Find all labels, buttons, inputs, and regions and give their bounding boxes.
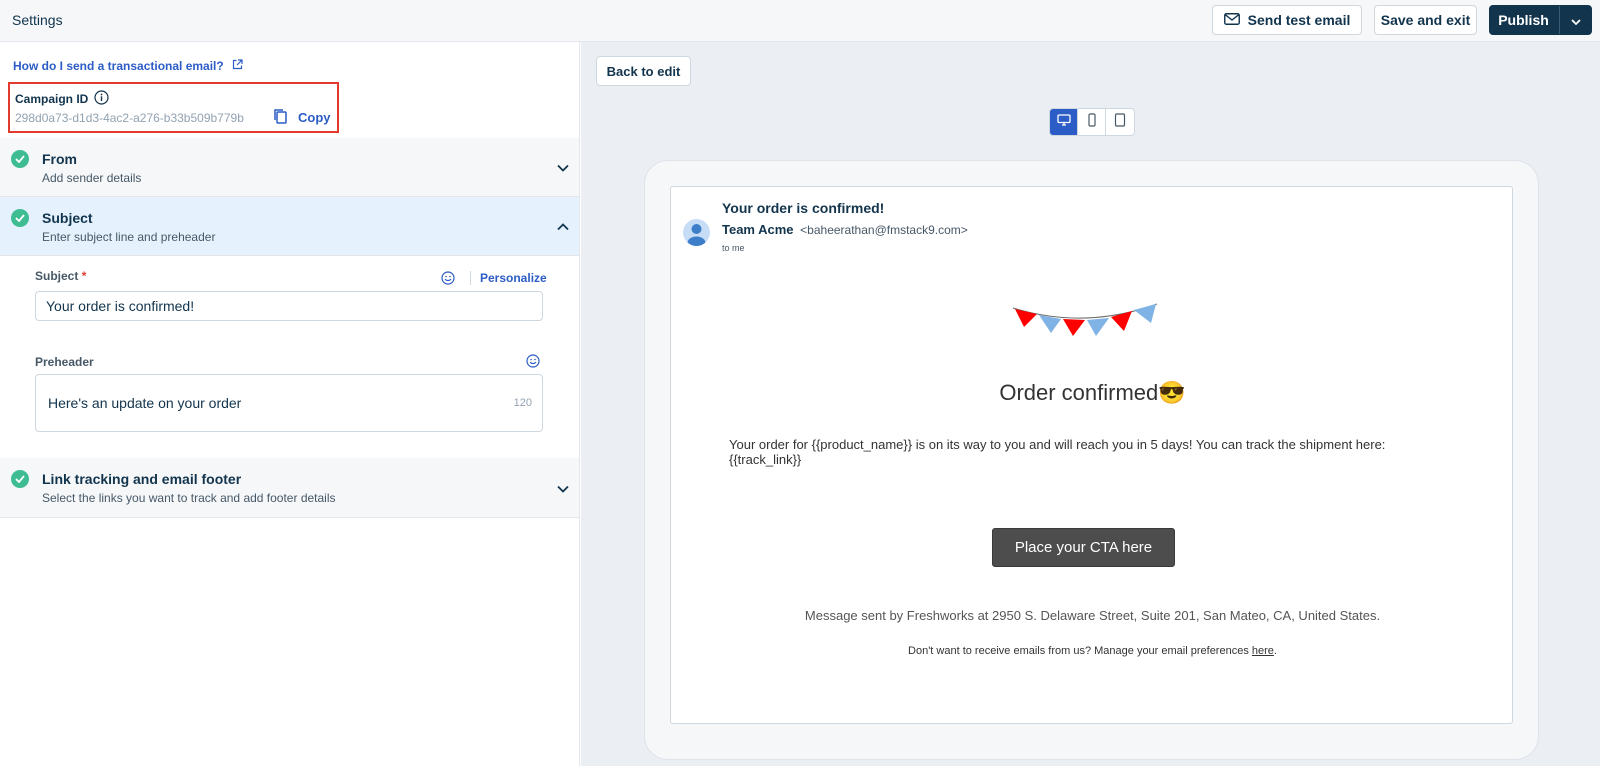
tablet-icon bbox=[1114, 112, 1126, 132]
chevron-down-icon bbox=[1570, 12, 1581, 28]
top-bar: Settings Send test email Save and exit P… bbox=[0, 0, 1600, 42]
section-subtitle: Enter subject line and preheader bbox=[42, 230, 216, 244]
save-and-exit-button[interactable]: Save and exit bbox=[1374, 5, 1477, 35]
copy-label: Copy bbox=[298, 110, 331, 125]
check-circle-icon bbox=[11, 150, 29, 168]
footer-preferences-end: . bbox=[1273, 645, 1277, 657]
email-sender: Team Acme <baheerathan@fmstack9.com> bbox=[722, 222, 968, 237]
send-test-email-label: Send test email bbox=[1247, 12, 1351, 28]
copy-button[interactable]: Copy bbox=[272, 108, 331, 127]
sender-name: Team Acme bbox=[722, 222, 794, 237]
personalize-button[interactable]: Personalize bbox=[470, 271, 547, 285]
footer-address: Message sent by Freshworks at 2950 S. De… bbox=[804, 608, 1381, 623]
campaign-id-box: Campaign ID 298d0a73-d1d3-4ac2-a276-b33b… bbox=[8, 82, 339, 133]
check-circle-icon bbox=[11, 209, 29, 227]
help-link-label: How do I send a transactional email? bbox=[13, 59, 224, 73]
avatar bbox=[683, 219, 710, 246]
info-icon[interactable] bbox=[94, 90, 109, 108]
publish-dropdown-toggle[interactable] bbox=[1559, 6, 1591, 34]
desktop-view-button[interactable] bbox=[1050, 109, 1078, 135]
cta-button[interactable]: Place your CTA here bbox=[992, 528, 1175, 567]
check-circle-icon bbox=[11, 470, 29, 488]
campaign-id-value: 298d0a73-d1d3-4ac2-a276-b33b509b779b bbox=[15, 111, 244, 125]
preheader-label: Preheader bbox=[35, 355, 94, 369]
subject-label: Subject * bbox=[35, 269, 86, 283]
section-subtitle: Select the links you want to track and a… bbox=[42, 491, 336, 505]
preferences-link[interactable]: here bbox=[1252, 645, 1274, 657]
copy-icon bbox=[272, 108, 288, 127]
chevron-up-icon[interactable] bbox=[557, 218, 569, 236]
email-body: Your order for {{product_name}} is on it… bbox=[729, 437, 1386, 467]
section-subject[interactable]: Subject Enter subject line and preheader bbox=[0, 197, 579, 256]
email-subject: Your order is confirmed! bbox=[722, 200, 885, 216]
tablet-view-button[interactable] bbox=[1106, 109, 1134, 135]
back-to-edit-button[interactable]: Back to edit bbox=[596, 56, 691, 86]
email-preview-frame: Your order is confirmed! Team Acme <bahe… bbox=[644, 160, 1539, 760]
desktop-icon bbox=[1056, 113, 1071, 131]
subject-label-text: Subject bbox=[35, 269, 79, 283]
settings-panel: How do I send a transactional email? Cam… bbox=[0, 42, 580, 766]
section-title: Link tracking and email footer bbox=[42, 471, 242, 487]
mobile-icon bbox=[1087, 112, 1097, 132]
external-link-icon bbox=[232, 59, 243, 73]
mobile-view-button[interactable] bbox=[1078, 109, 1106, 135]
section-subtitle: Add sender details bbox=[42, 171, 142, 185]
email-preview: Your order is confirmed! Team Acme <bahe… bbox=[670, 186, 1513, 724]
bunting-image bbox=[1011, 302, 1159, 347]
chevron-down-icon[interactable] bbox=[557, 159, 569, 177]
character-counter: 120 bbox=[513, 397, 532, 409]
page-title: Settings bbox=[12, 12, 63, 28]
chevron-down-icon[interactable] bbox=[557, 480, 569, 498]
campaign-id-label: Campaign ID bbox=[15, 92, 89, 106]
emoji-icon[interactable] bbox=[526, 354, 540, 368]
publish-button[interactable]: Publish bbox=[1489, 5, 1592, 35]
preview-panel: Back to edit Your order is confirmed! Te… bbox=[581, 42, 1600, 766]
send-test-email-button[interactable]: Send test email bbox=[1212, 5, 1362, 35]
campaign-id-label-row: Campaign ID bbox=[15, 90, 109, 108]
preheader-value: Here's an update on your order bbox=[48, 395, 242, 411]
mail-icon bbox=[1223, 12, 1240, 28]
emoji-icon[interactable] bbox=[441, 271, 455, 285]
publish-label: Publish bbox=[1498, 12, 1549, 28]
required-mark: * bbox=[81, 269, 87, 283]
help-link[interactable]: How do I send a transactional email? bbox=[13, 59, 243, 73]
footer-preferences-text: Don't want to receive emails from us? Ma… bbox=[908, 645, 1249, 657]
email-heading: Order confirmed😎 bbox=[999, 380, 1186, 405]
preheader-input[interactable]: Here's an update on your order 120 bbox=[35, 374, 543, 432]
sender-email: <baheerathan@fmstack9.com> bbox=[800, 223, 968, 237]
section-title: Subject bbox=[42, 210, 93, 226]
subject-input[interactable]: Your order is confirmed! bbox=[35, 291, 543, 321]
email-recipient: to me bbox=[722, 243, 745, 253]
section-link-tracking[interactable]: Link tracking and email footer Select th… bbox=[0, 458, 579, 518]
footer-preferences: Don't want to receive emails from us? Ma… bbox=[671, 645, 1514, 657]
device-toggle bbox=[1049, 108, 1135, 136]
section-from[interactable]: From Add sender details bbox=[0, 138, 579, 197]
section-title: From bbox=[42, 151, 77, 167]
